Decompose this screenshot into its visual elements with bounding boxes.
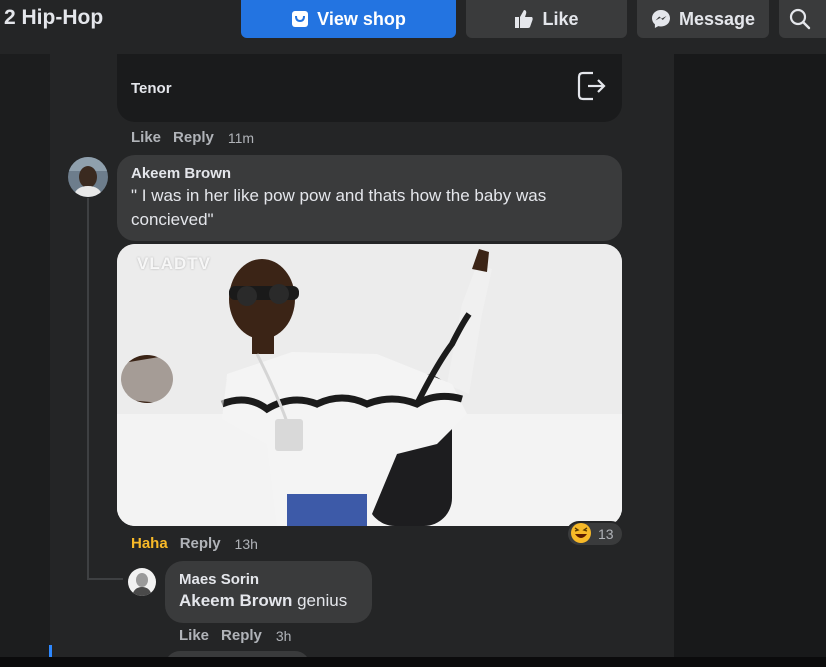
thread-line bbox=[87, 198, 89, 580]
tenor-attachment-card[interactable]: Tenor bbox=[117, 54, 622, 122]
view-shop-button[interactable]: View shop bbox=[241, 0, 456, 38]
reply-text-line: Akeem Brown genius bbox=[179, 589, 358, 613]
page-title: 2 Hip-Hop bbox=[4, 6, 104, 29]
comment-timestamp[interactable]: 3h bbox=[276, 628, 292, 644]
comment-bubble: Akeem Brown " I was in her like pow pow … bbox=[117, 155, 622, 241]
thumbs-up-icon bbox=[514, 9, 534, 29]
comment-actions: Haha Reply 13h bbox=[131, 535, 258, 552]
avatar[interactable] bbox=[128, 568, 156, 596]
view-shop-label: View shop bbox=[317, 8, 406, 29]
right-sidebar bbox=[674, 54, 826, 667]
bottom-edge bbox=[0, 657, 826, 667]
like-label: Like bbox=[542, 8, 579, 29]
comment-text: " I was in her like pow pow and thats ho… bbox=[131, 186, 547, 229]
reaction-count-badge[interactable]: 13 bbox=[566, 521, 624, 547]
search-button[interactable] bbox=[779, 0, 826, 38]
message-button[interactable]: Message bbox=[637, 0, 769, 38]
reply-author[interactable]: Maes Sorin bbox=[179, 571, 358, 588]
comment-timestamp[interactable]: 13h bbox=[235, 536, 258, 552]
scroll-indicator bbox=[49, 645, 52, 657]
reply-actions: Like Reply 3h bbox=[179, 627, 291, 644]
comment-author[interactable]: Akeem Brown bbox=[131, 165, 608, 182]
thread-connector bbox=[87, 578, 123, 580]
external-link-icon[interactable] bbox=[576, 70, 608, 107]
comment-timestamp[interactable]: 11m bbox=[228, 130, 254, 146]
haha-emoji-icon bbox=[570, 522, 592, 547]
message-label: Message bbox=[678, 8, 756, 29]
reply-button[interactable]: Reply bbox=[221, 627, 262, 644]
reply-text: genius bbox=[292, 591, 348, 610]
messenger-icon bbox=[651, 9, 671, 29]
comment-actions: Like Reply 11m bbox=[131, 129, 254, 146]
haha-reaction-button[interactable]: Haha bbox=[131, 535, 168, 552]
search-icon bbox=[789, 8, 811, 30]
attachment-source: Tenor bbox=[131, 80, 172, 97]
like-comment-button[interactable]: Like bbox=[179, 627, 209, 644]
reply-button[interactable]: Reply bbox=[180, 535, 221, 552]
left-sidebar bbox=[0, 54, 50, 667]
reaction-count: 13 bbox=[598, 526, 614, 542]
gif-attachment[interactable]: VLADTV bbox=[117, 244, 622, 526]
shop-icon bbox=[291, 10, 309, 28]
reply-bubble: Maes Sorin Akeem Brown genius bbox=[165, 561, 372, 623]
gif-watermark: VLADTV bbox=[137, 254, 211, 273]
page-header: 2 Hip-Hop View shop Like Message bbox=[0, 0, 826, 54]
reply-button[interactable]: Reply bbox=[173, 129, 214, 146]
like-page-button[interactable]: Like bbox=[466, 0, 627, 38]
avatar[interactable] bbox=[68, 157, 108, 197]
like-comment-button[interactable]: Like bbox=[131, 129, 161, 146]
mention-link[interactable]: Akeem Brown bbox=[179, 591, 292, 610]
